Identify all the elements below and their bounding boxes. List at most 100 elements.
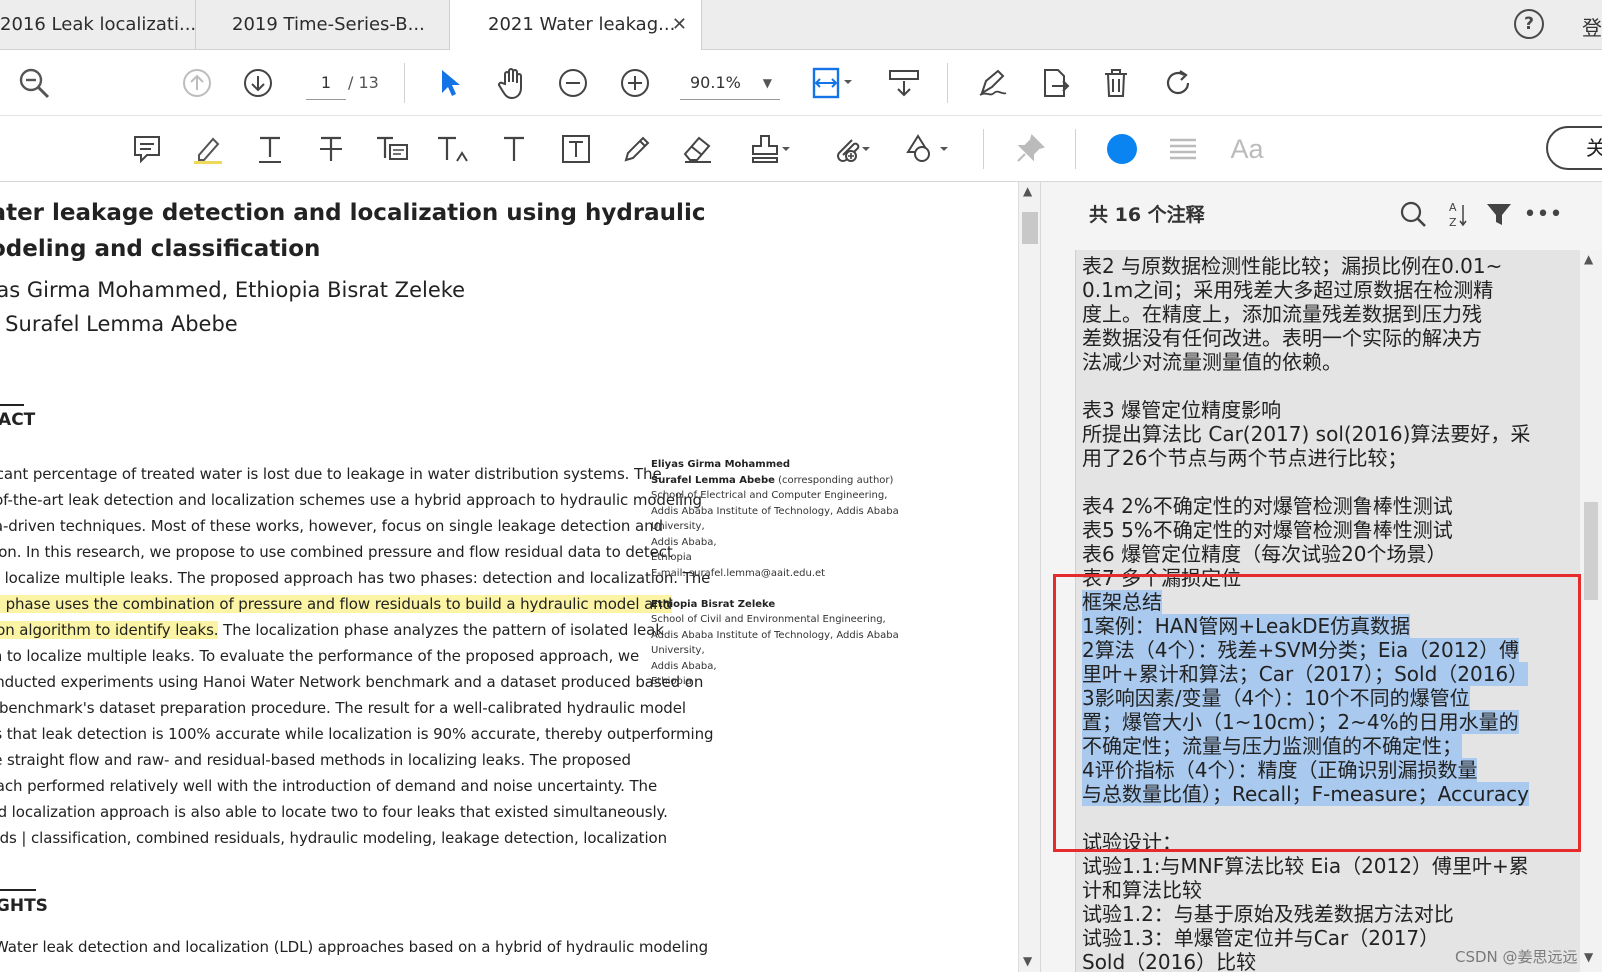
- close-comment-tool-button[interactable]: 关闭: [1546, 126, 1602, 170]
- note-line: 表5 5%不确定性的对爆管检测鲁棒性测试: [1082, 518, 1453, 542]
- pin-icon[interactable]: [1010, 129, 1050, 169]
- sign-icon[interactable]: [973, 63, 1013, 103]
- text-box-icon[interactable]: [556, 129, 596, 169]
- sticky-note-icon[interactable]: [127, 129, 167, 169]
- sort-icon[interactable]: AZ: [1439, 196, 1475, 232]
- affiliation-detail: Ethiopia: [651, 552, 692, 563]
- comments-scrollbar[interactable]: ▲ ▼: [1580, 250, 1602, 972]
- search-icon[interactable]: [1395, 196, 1431, 232]
- close-tab-icon[interactable]: ✕: [672, 0, 687, 50]
- zoom-value: 90.1%: [690, 73, 741, 92]
- scrollbar-thumb[interactable]: [1022, 212, 1038, 244]
- scroll-down-icon[interactable]: ▼: [1023, 954, 1032, 968]
- hand-tool-icon[interactable]: [492, 63, 532, 103]
- page-number-input[interactable]: 1: [306, 66, 346, 100]
- login-link[interactable]: 登: [1582, 12, 1602, 41]
- line-thickness-icon[interactable]: [1163, 129, 1203, 169]
- note-line-text: 法减少对流量测量值的依赖。: [1082, 350, 1342, 374]
- scroll-up-icon[interactable]: ▲: [1023, 184, 1032, 198]
- insert-text-icon[interactable]: [433, 129, 473, 169]
- affiliation-name: Ethiopia Bisrat Zeleke: [651, 598, 776, 610]
- zoom-out-icon[interactable]: [553, 63, 593, 103]
- comment-toolbar: Aa 关闭: [0, 116, 1602, 182]
- affiliation-line: Addis Ababa Institute of Technology, Add…: [651, 628, 899, 644]
- next-page-icon[interactable]: [238, 63, 278, 103]
- toolbar-separator: [404, 63, 405, 103]
- shapes-icon[interactable]: [904, 129, 954, 169]
- filter-icon[interactable]: [1481, 196, 1517, 232]
- select-cursor-icon[interactable]: [430, 63, 470, 103]
- underline-text-icon[interactable]: [250, 129, 290, 169]
- note-line-text: 试验1.1:与MNF算法比较 Eia（2012）傅里叶+累: [1082, 854, 1529, 878]
- highlighted-text: classification algorithm to identify lea…: [0, 621, 219, 639]
- comment-count: 共 16 个注释: [1089, 204, 1205, 226]
- strikethrough-icon[interactable]: [311, 129, 351, 169]
- affiliation-line: Surafel Lemma Abebe (corresponding autho…: [651, 473, 893, 489]
- watermark: CSDN @姜思远远: [1455, 948, 1578, 966]
- pencil-icon[interactable]: [617, 129, 657, 169]
- note-line: 法减少对流量测量值的依赖。: [1082, 350, 1342, 374]
- affiliation-detail: Addis Ababa Institute of Technology, Add…: [651, 505, 899, 517]
- stamp-icon[interactable]: [746, 129, 796, 169]
- note-line: 0.1m之间；采用残差大多超过原数据在检测精: [1082, 278, 1493, 302]
- abstract-line: localization. In this research, we propo…: [0, 543, 673, 561]
- tab-document-2021[interactable]: 2021 Water leakag... ✕: [450, 0, 702, 51]
- chevron-down-icon: ▼: [762, 76, 772, 90]
- highlights-line: Water leak detection and localization (L…: [0, 938, 709, 956]
- page-total: / 13: [348, 73, 379, 92]
- heading-rule: [0, 404, 24, 406]
- toolbar-separator: [947, 63, 948, 103]
- affiliation-line: Addis Ababa Institute of Technology, Add…: [651, 504, 899, 520]
- tab-document-2016[interactable]: 2016 Leak localizati...: [0, 0, 196, 50]
- scroll-up-icon[interactable]: ▲: [1584, 252, 1593, 266]
- eraser-icon[interactable]: [678, 129, 718, 169]
- scroll-mode-icon[interactable]: [884, 63, 924, 103]
- document-scrollbar[interactable]: ▲ ▼: [1018, 182, 1040, 972]
- fit-page-icon[interactable]: [808, 63, 858, 103]
- pdf-reader-window: 2016 Leak localizati... 2019 Time-Series…: [0, 0, 1602, 972]
- affiliation-detail: University,: [651, 521, 705, 532]
- attach-file-icon[interactable]: [826, 129, 876, 169]
- more-options-icon[interactable]: •••: [1524, 196, 1563, 232]
- tab-document-2019[interactable]: 2019 Time-Series-B...: [196, 0, 450, 50]
- replace-text-icon[interactable]: [372, 129, 412, 169]
- highlighter-icon[interactable]: [188, 129, 228, 169]
- abstract-line: the straight flow and raw- and residual-…: [0, 751, 631, 769]
- note-line-text: 试验1.2：与基于原始及残差数据方法对比: [1082, 902, 1454, 926]
- highlights-heading: HIGHLIGHTS: [0, 896, 48, 916]
- paper-authors-line-2: and Surafel Lemma Abebe: [0, 312, 238, 336]
- tab-label: 2016 Leak localizati...: [0, 14, 196, 35]
- note-line: 所提出算法比 Car(2017) sol(2016)算法要好，采: [1082, 422, 1530, 446]
- zoom-in-icon[interactable]: [615, 63, 655, 103]
- affiliation-name: Eliyas Girma Mohammed: [651, 459, 791, 470]
- affiliation-detail: Addis Ababa Institute of Technology, Add…: [651, 629, 899, 641]
- affiliation-detail: (corresponding author): [774, 474, 894, 486]
- affiliation-line: Addis Ababa,: [651, 535, 717, 551]
- toolbar-separator: [983, 129, 984, 169]
- affiliation-line: Ethiopia Bisrat Zeleke: [651, 597, 775, 613]
- add-text-icon[interactable]: [494, 129, 534, 169]
- zoom-level-dropdown[interactable]: 90.1% ▼: [680, 66, 780, 100]
- color-swatch-icon[interactable]: [1107, 134, 1137, 164]
- scrollbar-thumb[interactable]: [1584, 502, 1598, 600]
- note-line: 表4 2%不确定性的对爆管检测鲁棒性测试: [1082, 494, 1453, 518]
- abstract-line-mixed: classification algorithm to identify lea…: [0, 621, 664, 639]
- affiliation-detail: E-mail: surafel.lemma@aait.edu.et: [651, 567, 826, 579]
- font-properties-icon[interactable]: Aa: [1224, 129, 1270, 169]
- affiliation-line: E-mail: surafel.lemma@aait.edu.et: [651, 566, 825, 582]
- note-line-text: 0.1m之间；采用残差大多超过原数据在检测精: [1082, 278, 1494, 302]
- affiliation-line: Addis Ababa,: [651, 659, 717, 675]
- note-line-text: 表5 5%不确定性的对爆管检测鲁棒性测试: [1082, 518, 1453, 542]
- note-line: 表6 爆管定位精度（每次试验20个场景）: [1082, 542, 1447, 566]
- annotation-red-rectangle: [1053, 574, 1581, 852]
- rotate-icon[interactable]: [1158, 63, 1198, 103]
- delete-icon[interactable]: [1096, 63, 1136, 103]
- export-pdf-icon[interactable]: [1035, 63, 1075, 103]
- scroll-down-icon[interactable]: ▼: [1584, 950, 1593, 964]
- help-icon[interactable]: ?: [1514, 9, 1544, 39]
- abstract-line: the benchmark's dataset preparation proc…: [0, 699, 686, 717]
- affiliation-line: University,: [651, 519, 705, 535]
- affiliation-name: Surafel Lemma Abebe: [651, 474, 775, 486]
- previous-page-icon[interactable]: [177, 63, 217, 103]
- zoom-out-search-icon[interactable]: [14, 63, 54, 103]
